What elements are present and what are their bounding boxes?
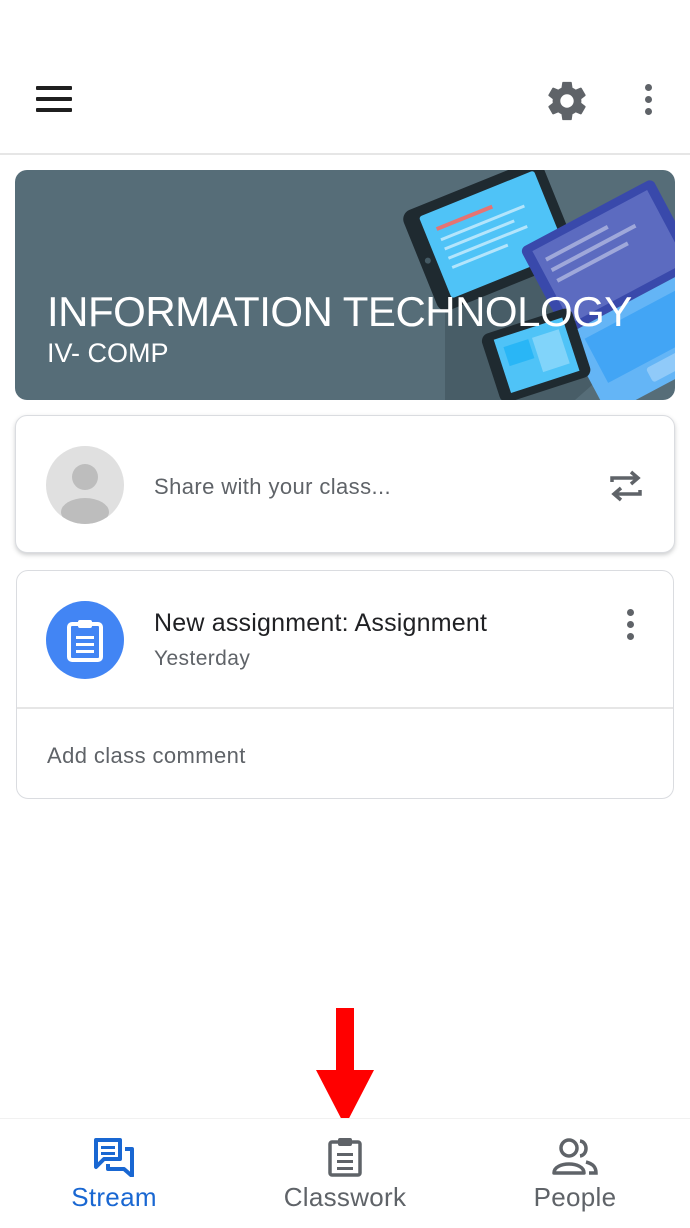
person-placeholder-icon (61, 464, 109, 524)
classwork-icon (328, 1138, 362, 1177)
divider (17, 707, 673, 709)
top-app-bar (0, 0, 690, 155)
assignment-icon (46, 601, 124, 679)
nav-stream-label: Stream (71, 1182, 157, 1212)
post-more-vert-icon[interactable] (622, 609, 638, 643)
assignment-post-card[interactable]: New assignment: Assignment Yesterday Add… (16, 570, 674, 799)
add-class-comment-input[interactable]: Add class comment (47, 743, 246, 769)
nav-classwork-label: Classwork (283, 1182, 407, 1212)
nav-people-label: People (533, 1182, 617, 1212)
people-icon (552, 1138, 598, 1175)
nav-stream[interactable]: Stream (46, 1119, 182, 1228)
post-title[interactable]: New assignment: Assignment (154, 609, 487, 638)
class-banner[interactable]: INFORMATION TECHNOLOGY IV- COMP (15, 170, 675, 400)
bottom-navigation: Stream Classwork People (0, 1118, 690, 1227)
gear-icon[interactable] (544, 78, 590, 124)
red-arrow-annotation (316, 1008, 374, 1126)
menu-icon[interactable] (36, 86, 72, 114)
stream-icon (94, 1138, 134, 1177)
more-vert-icon[interactable] (640, 84, 656, 118)
class-section: IV- COMP (47, 338, 169, 368)
share-card[interactable]: Share with your class... (15, 415, 675, 553)
repost-icon[interactable] (608, 466, 644, 506)
nav-people[interactable]: People (508, 1119, 642, 1228)
class-title: INFORMATION TECHNOLOGY (47, 288, 632, 335)
avatar (46, 446, 124, 524)
post-date: Yesterday (154, 647, 251, 670)
share-input[interactable]: Share with your class... (154, 474, 391, 500)
nav-classwork[interactable]: Classwork (262, 1119, 428, 1228)
